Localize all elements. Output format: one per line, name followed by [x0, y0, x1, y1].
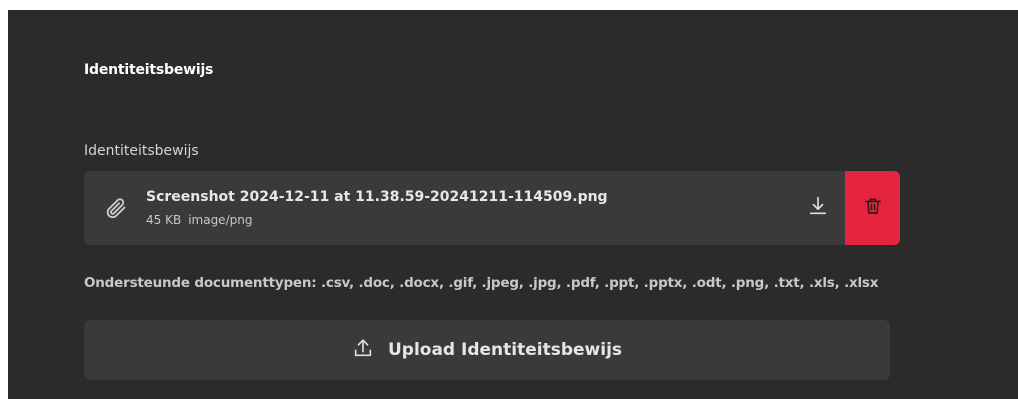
upload-icon — [352, 337, 388, 363]
section-title: Identiteitsbewijs — [84, 62, 214, 78]
download-button[interactable] — [790, 171, 846, 245]
file-size: 45 KB — [146, 213, 182, 227]
supported-file-types: Ondersteunde documenttypen: .csv, .doc, … — [84, 275, 879, 291]
upload-button[interactable]: Upload Identiteitsbewijs — [84, 320, 890, 380]
uploaded-file-card: Screenshot 2024-12-11 at 11.38.59-202412… — [84, 171, 900, 245]
file-meta: 45 KB image/png — [146, 213, 252, 227]
trash-icon — [863, 196, 883, 220]
file-name: Screenshot 2024-12-11 at 11.38.59-202412… — [146, 189, 608, 205]
upload-button-label: Upload Identiteitsbewijs — [387, 340, 623, 360]
field-label: Identiteitsbewijs — [84, 143, 199, 159]
delete-file-button[interactable] — [845, 171, 900, 245]
download-icon — [807, 195, 829, 221]
identity-document-panel: Identiteitsbewijs Identiteitsbewijs Scre… — [8, 10, 1018, 399]
file-type: image/png — [188, 213, 253, 227]
paperclip-icon — [104, 196, 128, 220]
